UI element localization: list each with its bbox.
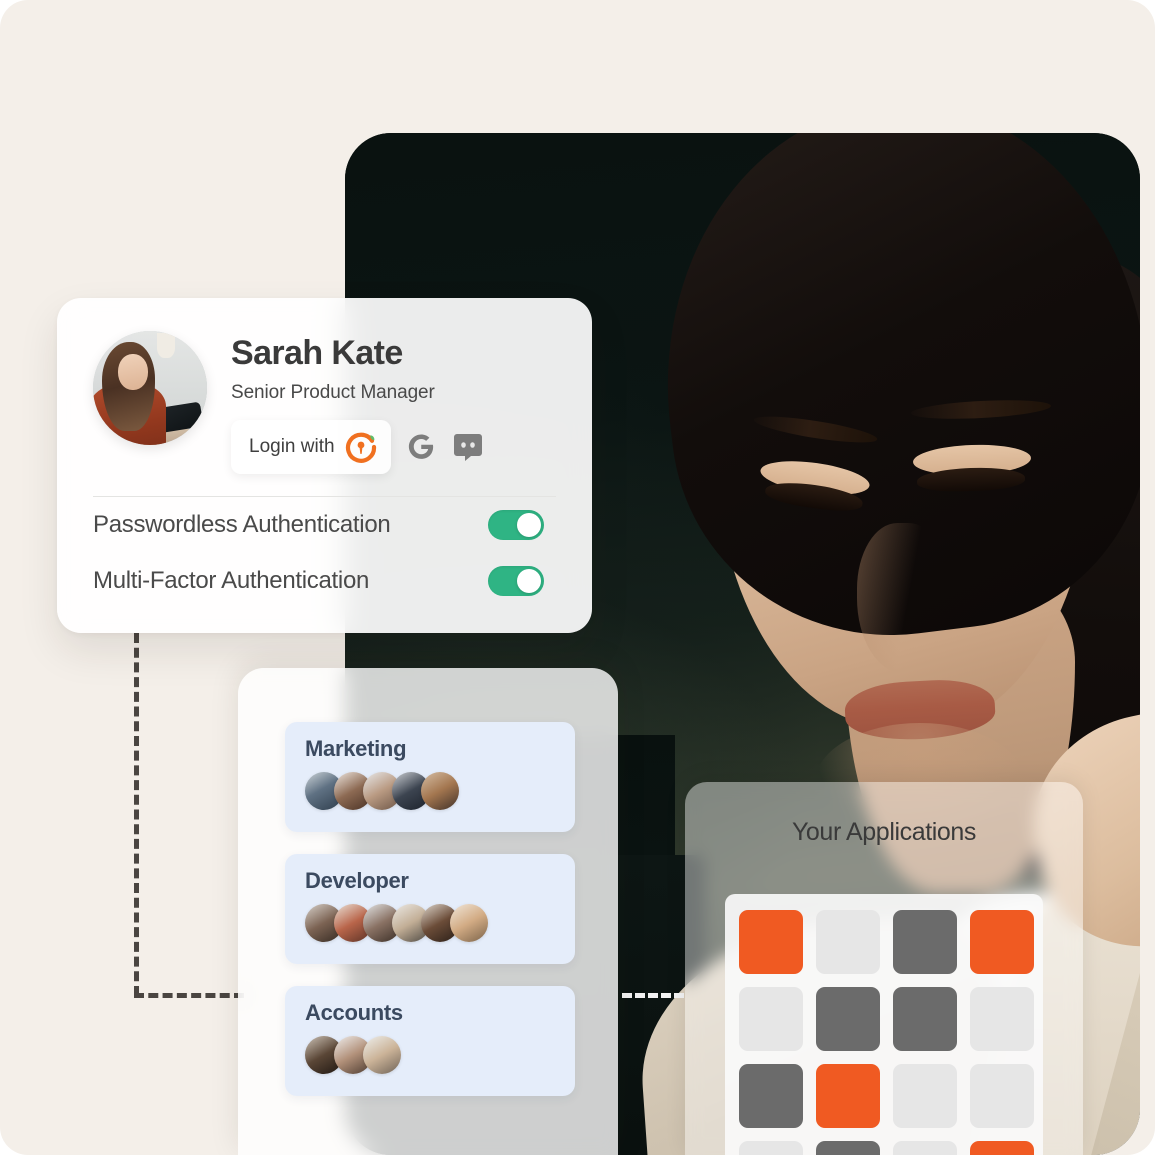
multi-factor-auth-toggle[interactable] (488, 566, 544, 597)
application-tile[interactable] (893, 987, 957, 1051)
team-member-avatars (305, 1036, 575, 1074)
toggle-knob (517, 569, 541, 594)
team-title: Marketing (305, 736, 407, 761)
team-card-accounts[interactable]: Accounts (285, 986, 575, 1096)
application-tile[interactable] (739, 987, 803, 1051)
team-title: Accounts (305, 1000, 403, 1025)
applications-panel: Your Applications (685, 782, 1083, 1155)
connector-horizontal-dotted (134, 993, 244, 998)
connector-horizontal-dotted-light (622, 993, 684, 998)
keyhole-leaf-logo-icon (345, 431, 377, 464)
setting-label: Multi-Factor Authentication (93, 567, 370, 595)
passwordless-auth-toggle[interactable] (488, 510, 544, 541)
hero-illustration-stage: Sarah Kate Senior Product Manager Login … (0, 0, 1155, 1155)
profile-card: Sarah Kate Senior Product Manager Login … (57, 298, 592, 633)
application-tile[interactable] (739, 1064, 803, 1128)
teams-panel: Marketing Developer Accounts (238, 668, 618, 1155)
team-card-developer[interactable]: Developer (285, 854, 575, 964)
profile-info: Sarah Kate Senior Product Manager Login … (231, 331, 485, 475)
team-card-marketing[interactable]: Marketing (285, 722, 575, 832)
application-tile[interactable] (893, 910, 957, 974)
applications-title: Your Applications (791, 818, 977, 846)
toggle-knob (517, 513, 541, 538)
setting-label: Passwordless Authentication (93, 511, 391, 539)
login-with-label: Login with (249, 436, 335, 458)
applications-grid-container (725, 894, 1043, 1155)
person-nose (857, 523, 949, 673)
application-tile[interactable] (816, 1064, 880, 1128)
avatar-face (118, 353, 148, 391)
page-title: Sarah Kate (231, 334, 403, 372)
member-avatar (450, 904, 488, 942)
application-tile[interactable] (739, 1141, 803, 1155)
application-tile[interactable] (970, 910, 1034, 974)
application-tile[interactable] (893, 1141, 957, 1155)
team-member-avatars (305, 904, 575, 942)
login-with-button[interactable]: Login with (231, 420, 391, 475)
avatar-vase (156, 333, 176, 359)
application-tile[interactable] (893, 1064, 957, 1128)
application-tile[interactable] (816, 1141, 880, 1155)
member-avatar (363, 1036, 401, 1074)
connector-vertical-dotted (134, 633, 139, 996)
google-icon[interactable] (404, 430, 438, 464)
application-tile[interactable] (816, 987, 880, 1051)
profile-header: Sarah Kate Senior Product Manager Login … (57, 298, 592, 475)
login-provider-row: Login with (231, 420, 485, 475)
team-title: Developer (305, 868, 409, 893)
applications-grid (739, 910, 1043, 1155)
profile-role: Senior Product Manager (231, 382, 435, 404)
application-tile[interactable] (970, 1064, 1034, 1128)
setting-row-passwordless: Passwordless Authentication (57, 497, 592, 553)
avatar (93, 331, 207, 445)
discord-icon[interactable] (451, 430, 485, 464)
application-tile[interactable] (739, 910, 803, 974)
member-avatar (421, 772, 459, 810)
setting-row-mfa: Multi-Factor Authentication (57, 553, 592, 609)
application-tile[interactable] (970, 987, 1034, 1051)
application-tile[interactable] (816, 910, 880, 974)
team-member-avatars (305, 772, 575, 810)
application-tile[interactable] (970, 1141, 1034, 1155)
